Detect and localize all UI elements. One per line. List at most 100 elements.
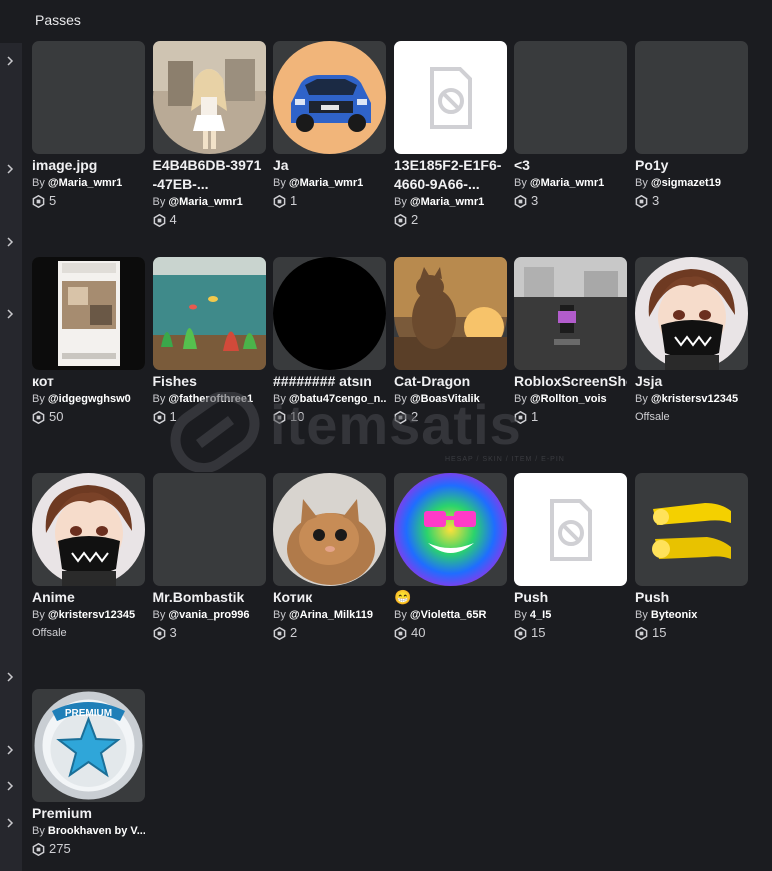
pass-creator: By Byteonix bbox=[635, 607, 748, 624]
premium-badge-image: PREMIUM bbox=[34, 691, 143, 800]
pass-card[interactable]: Po1y By @sigmazet19 3 bbox=[635, 41, 748, 210]
pass-thumbnail[interactable] bbox=[32, 473, 145, 586]
pass-thumbnail[interactable] bbox=[273, 41, 386, 154]
pass-thumbnail[interactable] bbox=[635, 473, 748, 586]
pass-thumbnail[interactable] bbox=[394, 257, 507, 370]
pass-card[interactable]: Cat-Dragon By @BoasVitalik 2 bbox=[394, 257, 507, 426]
pass-name[interactable]: E4B4B6DB-3971-47EB-... bbox=[153, 156, 266, 194]
pass-name[interactable]: RobloxScreenShot bbox=[514, 372, 627, 391]
creator-name[interactable]: @sigmazet19 bbox=[651, 177, 721, 189]
pass-name[interactable]: ######## atsın bbox=[273, 372, 386, 391]
creator-name[interactable]: @Rollton_vois bbox=[530, 393, 607, 405]
chevron-right-icon[interactable] bbox=[5, 671, 15, 683]
left-sidebar-strip bbox=[0, 43, 22, 871]
pass-name[interactable]: Po1y bbox=[635, 156, 748, 175]
pass-card[interactable]: ######## atsın By @batu47cengo_n... 10 bbox=[273, 257, 386, 426]
price-value: 50 bbox=[49, 409, 64, 424]
pass-card[interactable]: кот By @idgegwghsw0 50 bbox=[32, 257, 145, 426]
pass-price: 4 bbox=[153, 211, 266, 229]
pass-card[interactable]: Push By 4_I5 15 bbox=[514, 473, 627, 642]
pass-thumbnail[interactable] bbox=[152, 473, 266, 586]
pass-card[interactable]: RobloxScreenShot By @Rollton_vois 1 bbox=[514, 257, 627, 426]
pass-name[interactable]: Push bbox=[635, 588, 748, 607]
pass-thumbnail[interactable] bbox=[514, 473, 627, 586]
pass-card[interactable]: E4B4B6DB-3971-47EB-... By @Maria_wmr1 4 bbox=[152, 41, 266, 229]
creator-name[interactable]: @Maria_wmr1 bbox=[530, 177, 604, 189]
creator-name[interactable]: @Maria_wmr1 bbox=[289, 177, 363, 189]
pass-thumbnail[interactable] bbox=[152, 257, 266, 370]
broken-image-icon bbox=[514, 473, 627, 586]
robux-icon bbox=[394, 626, 407, 640]
creator-name[interactable]: @Arina_Milk119 bbox=[289, 609, 373, 621]
pass-thumbnail[interactable] bbox=[273, 473, 386, 586]
pass-name[interactable]: Premium bbox=[32, 804, 145, 823]
yellow-arms-image bbox=[652, 503, 731, 559]
pass-name[interactable]: Ja bbox=[273, 156, 386, 175]
creator-name[interactable]: 4_I5 bbox=[530, 609, 551, 621]
pass-thumbnail[interactable] bbox=[635, 257, 748, 370]
pass-card[interactable]: <3 By @Maria_wmr1 3 bbox=[514, 41, 627, 210]
creator-name[interactable]: @fatherofthree1 bbox=[168, 393, 253, 405]
price-value: 10 bbox=[290, 409, 305, 424]
creator-name[interactable]: @Maria_wmr1 bbox=[48, 177, 122, 189]
pass-card[interactable]: Ja By @Maria_wmr1 1 bbox=[273, 41, 386, 210]
pass-name[interactable]: Cat-Dragon bbox=[394, 372, 507, 391]
pass-name[interactable]: Jsja bbox=[635, 372, 748, 391]
pass-name[interactable]: <3 bbox=[514, 156, 627, 175]
chevron-right-icon[interactable] bbox=[5, 744, 15, 756]
pass-name[interactable]: 😁 bbox=[394, 588, 507, 607]
pass-card[interactable]: image.jpg By @Maria_wmr1 5 bbox=[32, 41, 145, 210]
creator-name[interactable]: @idgegwghsw0 bbox=[48, 393, 131, 405]
pass-card[interactable]: Jsja By @kristersv12345 Offsale bbox=[635, 257, 748, 426]
aquarium-image bbox=[152, 257, 266, 370]
pass-name[interactable]: Mr.Bombastik bbox=[153, 588, 266, 607]
pass-thumbnail[interactable] bbox=[514, 41, 627, 154]
pass-card[interactable]: Котик By @Arina_Milk119 2 bbox=[273, 473, 386, 642]
pass-name[interactable]: Котик bbox=[273, 588, 386, 607]
pass-thumbnail[interactable] bbox=[152, 41, 266, 154]
robux-icon bbox=[394, 213, 407, 227]
pass-thumbnail[interactable]: PREMIUM bbox=[32, 689, 145, 802]
pass-name[interactable]: 13E185F2-E1F6-4660-9A66-... bbox=[394, 156, 507, 194]
pass-thumbnail[interactable] bbox=[32, 41, 145, 154]
chevron-right-icon[interactable] bbox=[5, 163, 15, 175]
pass-creator: By @vania_pro996 bbox=[153, 607, 266, 624]
chevron-right-icon[interactable] bbox=[5, 236, 15, 248]
creator-name[interactable]: @Maria_wmr1 bbox=[410, 196, 484, 208]
pass-thumbnail[interactable] bbox=[32, 257, 145, 370]
chevron-right-icon[interactable] bbox=[5, 817, 15, 829]
pass-card[interactable]: 13E185F2-E1F6-4660-9A66-... By @Maria_wmr… bbox=[394, 41, 507, 229]
creator-name[interactable]: Brookhaven by V... bbox=[48, 825, 145, 837]
chevron-right-icon[interactable] bbox=[5, 308, 15, 320]
creator-name[interactable]: @kristersv12345 bbox=[651, 393, 738, 405]
pass-card[interactable]: Mr.Bombastik By @vania_pro996 3 bbox=[152, 473, 266, 642]
pass-thumbnail[interactable] bbox=[635, 41, 748, 154]
pass-card[interactable]: PREMIUM Premium By Brookhaven by V... 275 bbox=[32, 689, 145, 858]
chevron-right-icon[interactable] bbox=[5, 55, 15, 67]
pass-name[interactable]: Fishes bbox=[153, 372, 266, 391]
creator-name[interactable]: Byteonix bbox=[651, 609, 697, 621]
pass-card[interactable]: Anime By @kristersv12345 Offsale bbox=[32, 473, 145, 642]
pass-thumbnail[interactable] bbox=[273, 257, 386, 370]
creator-name[interactable]: @Violetta_65R bbox=[410, 609, 487, 621]
pass-card[interactable]: Push By Byteonix 15 bbox=[635, 473, 748, 642]
pass-name[interactable]: Push bbox=[514, 588, 627, 607]
creator-name[interactable]: @kristersv12345 bbox=[48, 609, 135, 621]
price-value: 1 bbox=[169, 409, 177, 424]
robux-icon bbox=[153, 213, 166, 227]
pass-card[interactable]: Fishes By @fatherofthree1 1 bbox=[152, 257, 266, 426]
creator-name[interactable]: @vania_pro996 bbox=[168, 609, 249, 621]
pass-thumbnail[interactable] bbox=[394, 473, 507, 586]
by-label: By bbox=[32, 825, 45, 837]
pass-name[interactable]: Anime bbox=[32, 588, 145, 607]
pass-name[interactable]: кот bbox=[32, 372, 145, 391]
creator-name[interactable]: @Maria_wmr1 bbox=[168, 196, 242, 208]
creator-name[interactable]: @batu47cengo_n... bbox=[289, 393, 386, 405]
pass-price: 40 bbox=[394, 624, 507, 642]
pass-thumbnail[interactable] bbox=[394, 41, 507, 154]
pass-card[interactable]: 😁 By @Violetta_65R 40 bbox=[394, 473, 507, 642]
pass-thumbnail[interactable] bbox=[514, 257, 627, 370]
pass-name[interactable]: image.jpg bbox=[32, 156, 145, 175]
creator-name[interactable]: @BoasVitalik bbox=[410, 393, 480, 405]
chevron-right-icon[interactable] bbox=[5, 780, 15, 792]
